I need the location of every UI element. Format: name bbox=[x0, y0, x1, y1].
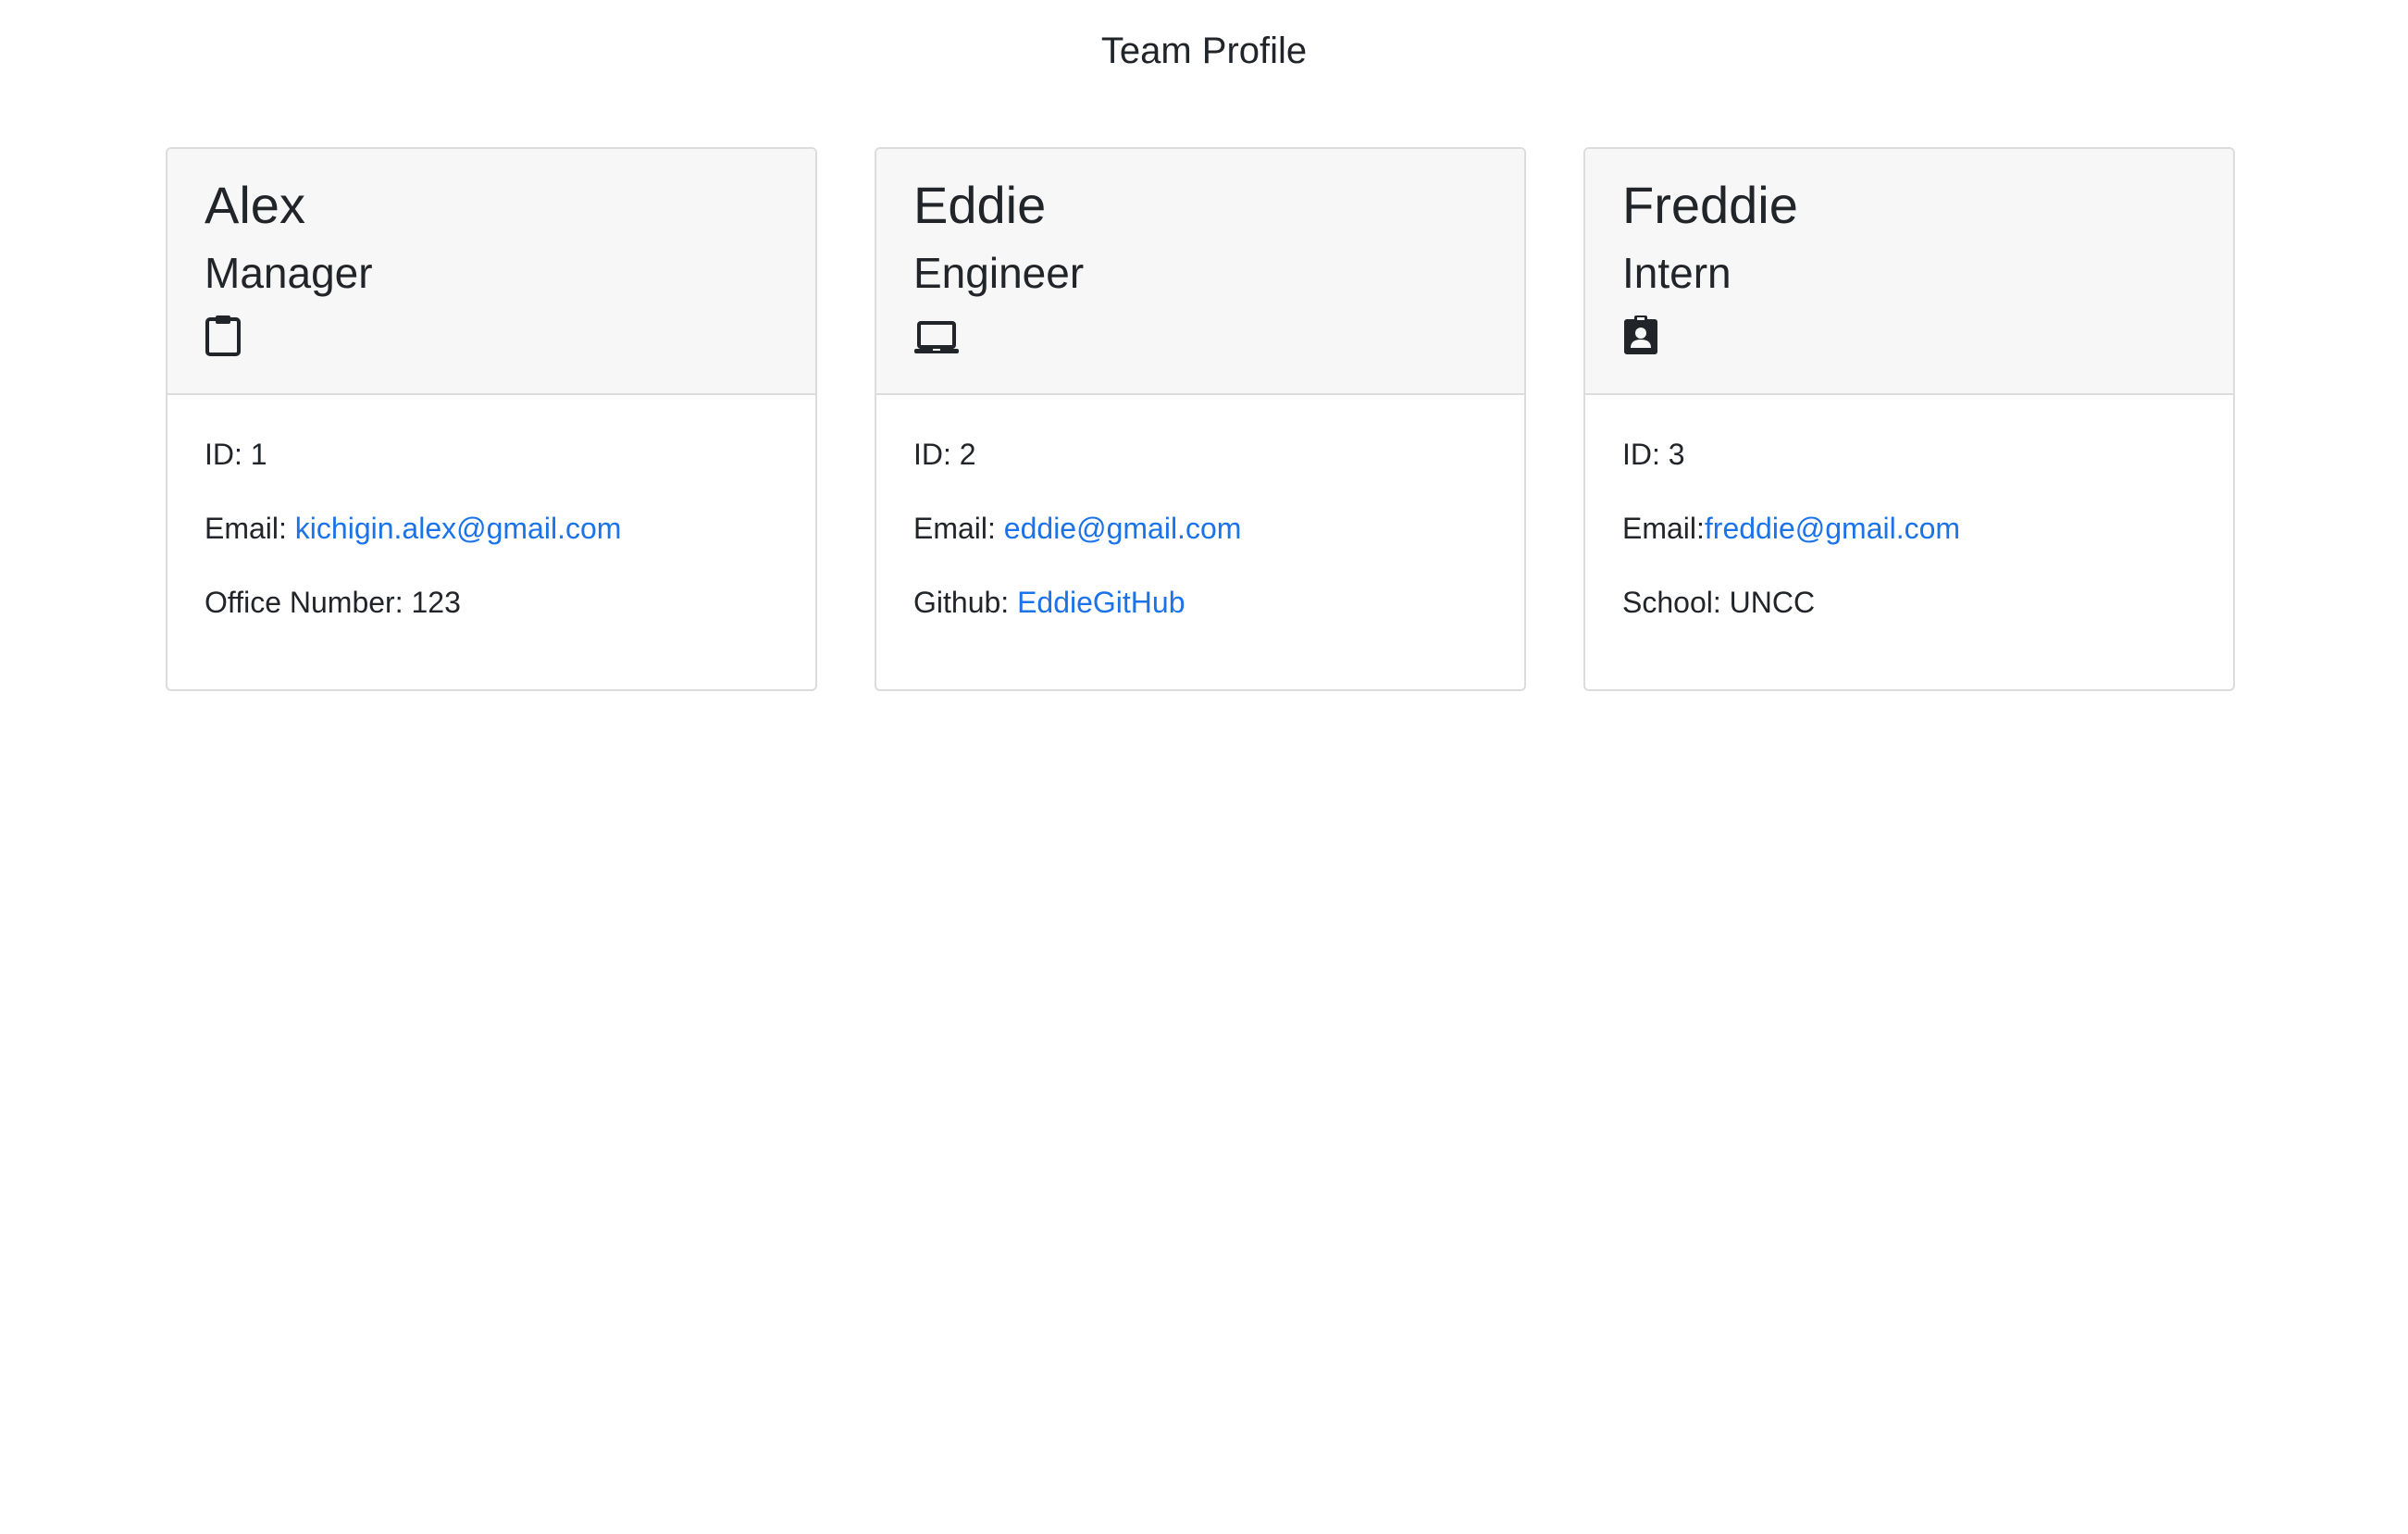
card-body: ID: 2 Email: eddie@gmail.com Github: Edd… bbox=[876, 395, 1524, 621]
employee-card-alex: Alex Manager ID: 1 Email: kichigin.alex@… bbox=[166, 147, 817, 691]
clipboard-icon bbox=[205, 314, 245, 358]
card-header: Alex Manager bbox=[168, 149, 815, 395]
card-header: Eddie Engineer bbox=[876, 149, 1524, 395]
email-label: Email: bbox=[913, 512, 1004, 545]
team-cards: Alex Manager ID: 1 Email: kichigin.alex@… bbox=[166, 147, 2235, 691]
employee-email-line: Email:freddie@gmail.com bbox=[1622, 510, 2196, 547]
email-link[interactable]: freddie@gmail.com bbox=[1705, 512, 1960, 545]
employee-name: Alex bbox=[205, 176, 305, 234]
id-badge-icon bbox=[1622, 314, 1663, 358]
employee-role: Manager bbox=[205, 249, 373, 297]
school: School: UNCC bbox=[1622, 586, 1816, 619]
github-line: Github: EddieGitHub bbox=[913, 584, 1487, 621]
card-header: Freddie Intern bbox=[1585, 149, 2233, 395]
page-title: Team Profile bbox=[1100, 31, 1308, 71]
employee-id: ID: 1 bbox=[205, 438, 267, 471]
employee-name: Eddie bbox=[913, 176, 1047, 234]
employee-name: Freddie bbox=[1622, 176, 1798, 234]
employee-id: ID: 3 bbox=[1622, 438, 1685, 471]
employee-role: Engineer bbox=[913, 249, 1085, 297]
email-label: Email: bbox=[205, 512, 295, 545]
email-link[interactable]: kichigin.alex@gmail.com bbox=[295, 512, 622, 545]
employee-id: ID: 2 bbox=[913, 438, 976, 471]
email-link[interactable]: eddie@gmail.com bbox=[1004, 512, 1242, 545]
laptop-icon bbox=[913, 314, 960, 358]
card-body: ID: 3 Email:freddie@gmail.com School: UN… bbox=[1585, 395, 2233, 621]
employee-email-line: Email: kichigin.alex@gmail.com bbox=[205, 510, 778, 547]
employee-email-line: Email: eddie@gmail.com bbox=[913, 510, 1487, 547]
office-number: Office Number: 123 bbox=[205, 586, 461, 619]
card-body: ID: 1 Email: kichigin.alex@gmail.com Off… bbox=[168, 395, 815, 621]
employee-card-freddie: Freddie Intern ID: 3 Email:freddie@gmail… bbox=[1583, 147, 2235, 691]
github-link[interactable]: EddieGitHub bbox=[1017, 586, 1185, 619]
employee-card-eddie: Eddie Engineer ID: 2 Email: eddie@gmail.… bbox=[875, 147, 1526, 691]
employee-role: Intern bbox=[1622, 249, 1732, 297]
github-label: Github: bbox=[913, 586, 1018, 619]
email-label: Email: bbox=[1622, 512, 1705, 545]
